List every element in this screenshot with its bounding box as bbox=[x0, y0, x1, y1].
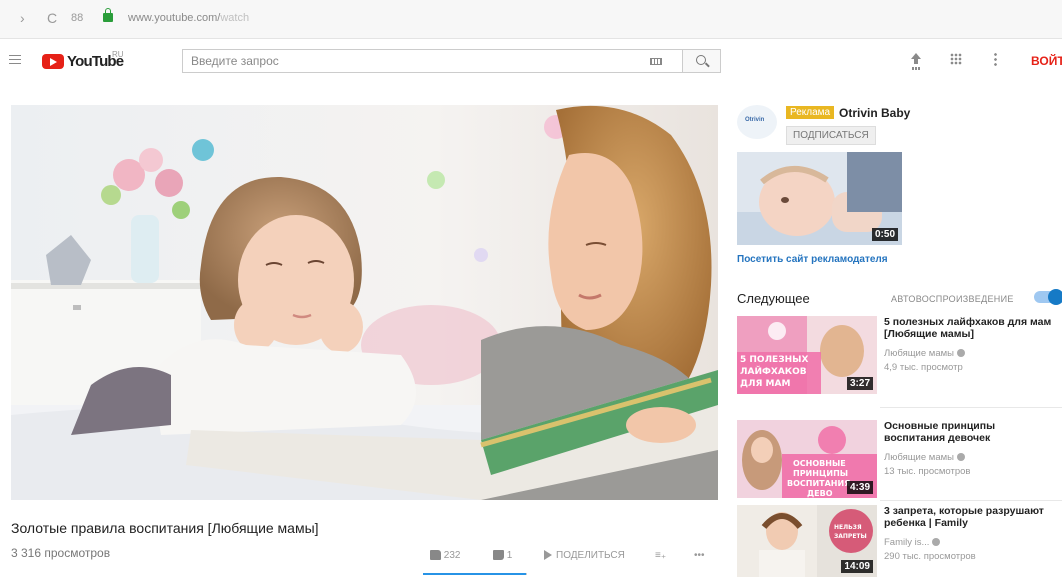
lock-icon bbox=[103, 8, 113, 22]
video-frame bbox=[11, 105, 718, 500]
up-next-label: Следующее bbox=[737, 291, 810, 306]
recommendation-channel[interactable]: Family is... bbox=[884, 537, 941, 548]
keyboard-icon[interactable] bbox=[650, 58, 662, 65]
like-count: 232 bbox=[443, 550, 461, 561]
logo-region: RU bbox=[112, 50, 124, 59]
recommendation-thumbnail[interactable]: 5 ПОЛЕЗНЫХ ЛАЙФХАКОВ ДЛЯ МАМ 3:27 bbox=[737, 316, 877, 394]
ad-duration: 0:50 bbox=[871, 228, 898, 241]
advertiser-logo-text: Otrivin bbox=[745, 117, 765, 123]
thumbs-up-icon bbox=[430, 550, 441, 561]
rec-2-thumb-line-1: ОСНОВНЫЕ bbox=[793, 459, 846, 468]
autoplay-label: АВТОВОСПРОИЗВЕДЕНИЕ bbox=[891, 294, 1014, 304]
search-button[interactable] bbox=[683, 49, 721, 73]
share-icon bbox=[544, 550, 552, 561]
advertiser-name[interactable]: Otrivin Baby bbox=[839, 106, 910, 120]
verified-icon bbox=[932, 538, 941, 547]
video-duration: 4:39 bbox=[846, 481, 873, 494]
search-placeholder: Введите запрос bbox=[191, 54, 279, 68]
browser-toolbar: › C 88 www.youtube.com/watch bbox=[0, 0, 1062, 39]
menu-icon[interactable] bbox=[9, 55, 21, 65]
play-logo-icon bbox=[42, 54, 64, 69]
channel-name: Любящие мамы bbox=[884, 348, 954, 359]
rec-1-thumb-line-2: ЛАЙФХАКОВ bbox=[740, 365, 807, 377]
share-label: ПОДЕЛИТЬСЯ bbox=[556, 550, 625, 561]
recommendation-item[interactable]: 5 ПОЛЕЗНЫХ ЛАЙФХАКОВ ДЛЯ МАМ 3:27 5 поле… bbox=[737, 316, 1062, 396]
rec-2-thumb-line-2: ПРИНЦИПЫ bbox=[793, 469, 848, 478]
dislike-button[interactable]: 1 bbox=[493, 550, 512, 561]
channel-name: Любящие мамы bbox=[884, 452, 954, 463]
share-button[interactable]: ПОДЕЛИТЬСЯ bbox=[544, 550, 625, 561]
thumbs-down-icon bbox=[493, 550, 504, 561]
upload-icon[interactable] bbox=[910, 53, 922, 67]
forward-icon[interactable]: › bbox=[20, 10, 25, 26]
view-count: 3 316 просмотров bbox=[11, 546, 111, 560]
recommendation-item[interactable]: ОСНОВНЫЕ ПРИНЦИПЫ ВОСПИТАНИЯ ДЕВО 4:39 О… bbox=[737, 420, 1062, 500]
recommendation-title[interactable]: 3 запрета, которые разрушают ребенка | F… bbox=[884, 505, 1059, 529]
recommendation-channel[interactable]: Любящие мамы bbox=[884, 348, 965, 359]
youtube-header: YouTube RU Введите запрос ВОЙТИ bbox=[0, 39, 1062, 83]
video-title: Золотые правила воспитания [Любящие мамы… bbox=[11, 520, 319, 536]
channel-name: Family is... bbox=[884, 537, 930, 548]
recommendation-thumbnail[interactable]: НЕЛЬЗЯ ЗАПРЕТЫ 14:09 bbox=[737, 505, 877, 577]
like-dislike-bar bbox=[423, 573, 527, 575]
ad-badge: Реклама bbox=[786, 106, 835, 119]
video-duration: 3:27 bbox=[846, 377, 873, 390]
signin-button[interactable]: ВОЙТИ bbox=[1031, 54, 1062, 68]
apps-grid-icon[interactable]: 88 bbox=[71, 10, 83, 26]
verified-icon bbox=[956, 349, 965, 358]
add-to-playlist-button[interactable]: ≡₊ bbox=[655, 550, 666, 561]
rec-3-thumb-line-2: ЗАПРЕТЫ bbox=[834, 533, 867, 540]
rec-2-thumb-line-4: ДЕВО bbox=[807, 489, 833, 498]
recommendation-title[interactable]: 5 полезных лайфхаков для мам [Любящие ма… bbox=[884, 316, 1059, 340]
recommendation-views: 4,9 тыс. просмотр bbox=[884, 362, 963, 373]
video-duration: 14:09 bbox=[841, 560, 873, 573]
ad-video-thumbnail[interactable]: 0:50 bbox=[737, 152, 902, 245]
recommendation-channel[interactable]: Любящие мамы bbox=[884, 452, 965, 463]
more-actions-button[interactable]: ••• bbox=[694, 550, 705, 561]
recommendation-title[interactable]: Основные принципы воспитания девочек bbox=[884, 420, 1059, 444]
toggle-knob bbox=[1048, 289, 1062, 305]
autoplay-toggle[interactable] bbox=[1034, 289, 1062, 305]
rec-3-thumb-line-1: НЕЛЬЗЯ bbox=[834, 524, 862, 531]
address-bar[interactable]: www.youtube.com/watch bbox=[128, 12, 249, 24]
search-icon bbox=[696, 55, 706, 65]
rec-2-thumb-line-3: ВОСПИТАНИЯ bbox=[787, 479, 850, 488]
divider bbox=[880, 500, 1062, 501]
recommendation-views: 290 тыс. просмотров bbox=[884, 551, 976, 562]
like-button[interactable]: 232 bbox=[430, 550, 460, 561]
rec-1-thumb-line-1: 5 ПОЛЕЗНЫХ bbox=[740, 355, 808, 365]
apps-icon[interactable] bbox=[950, 53, 962, 65]
more-vert-icon[interactable] bbox=[994, 52, 997, 66]
subscribe-button[interactable]: ПОДПИСАТЬСЯ bbox=[786, 126, 876, 145]
recommendation-thumbnail[interactable]: ОСНОВНЫЕ ПРИНЦИПЫ ВОСПИТАНИЯ ДЕВО 4:39 bbox=[737, 420, 877, 498]
recommendation-item[interactable]: НЕЛЬЗЯ ЗАПРЕТЫ 14:09 3 запрета, которые … bbox=[737, 505, 1062, 585]
divider bbox=[880, 407, 1062, 408]
verified-icon bbox=[956, 453, 965, 462]
rec-1-thumb-line-3: ДЛЯ МАМ bbox=[740, 379, 790, 389]
like-ratio-fill bbox=[423, 573, 526, 575]
search-input[interactable]: Введите запрос bbox=[182, 49, 683, 73]
recommendation-views: 13 тыс. просмотров bbox=[884, 466, 971, 477]
more-horiz-icon: ••• bbox=[694, 550, 705, 561]
visit-advertiser-link[interactable]: Посетить сайт рекламодателя bbox=[737, 254, 888, 265]
video-player[interactable] bbox=[11, 105, 718, 500]
advertiser-logo[interactable]: Otrivin bbox=[737, 105, 777, 139]
url-host: www.youtube.com/ bbox=[128, 12, 221, 24]
url-path: watch bbox=[220, 12, 250, 24]
reload-icon[interactable]: C bbox=[47, 10, 57, 26]
dislike-count: 1 bbox=[506, 550, 513, 561]
playlist-add-icon: ≡₊ bbox=[655, 550, 667, 561]
